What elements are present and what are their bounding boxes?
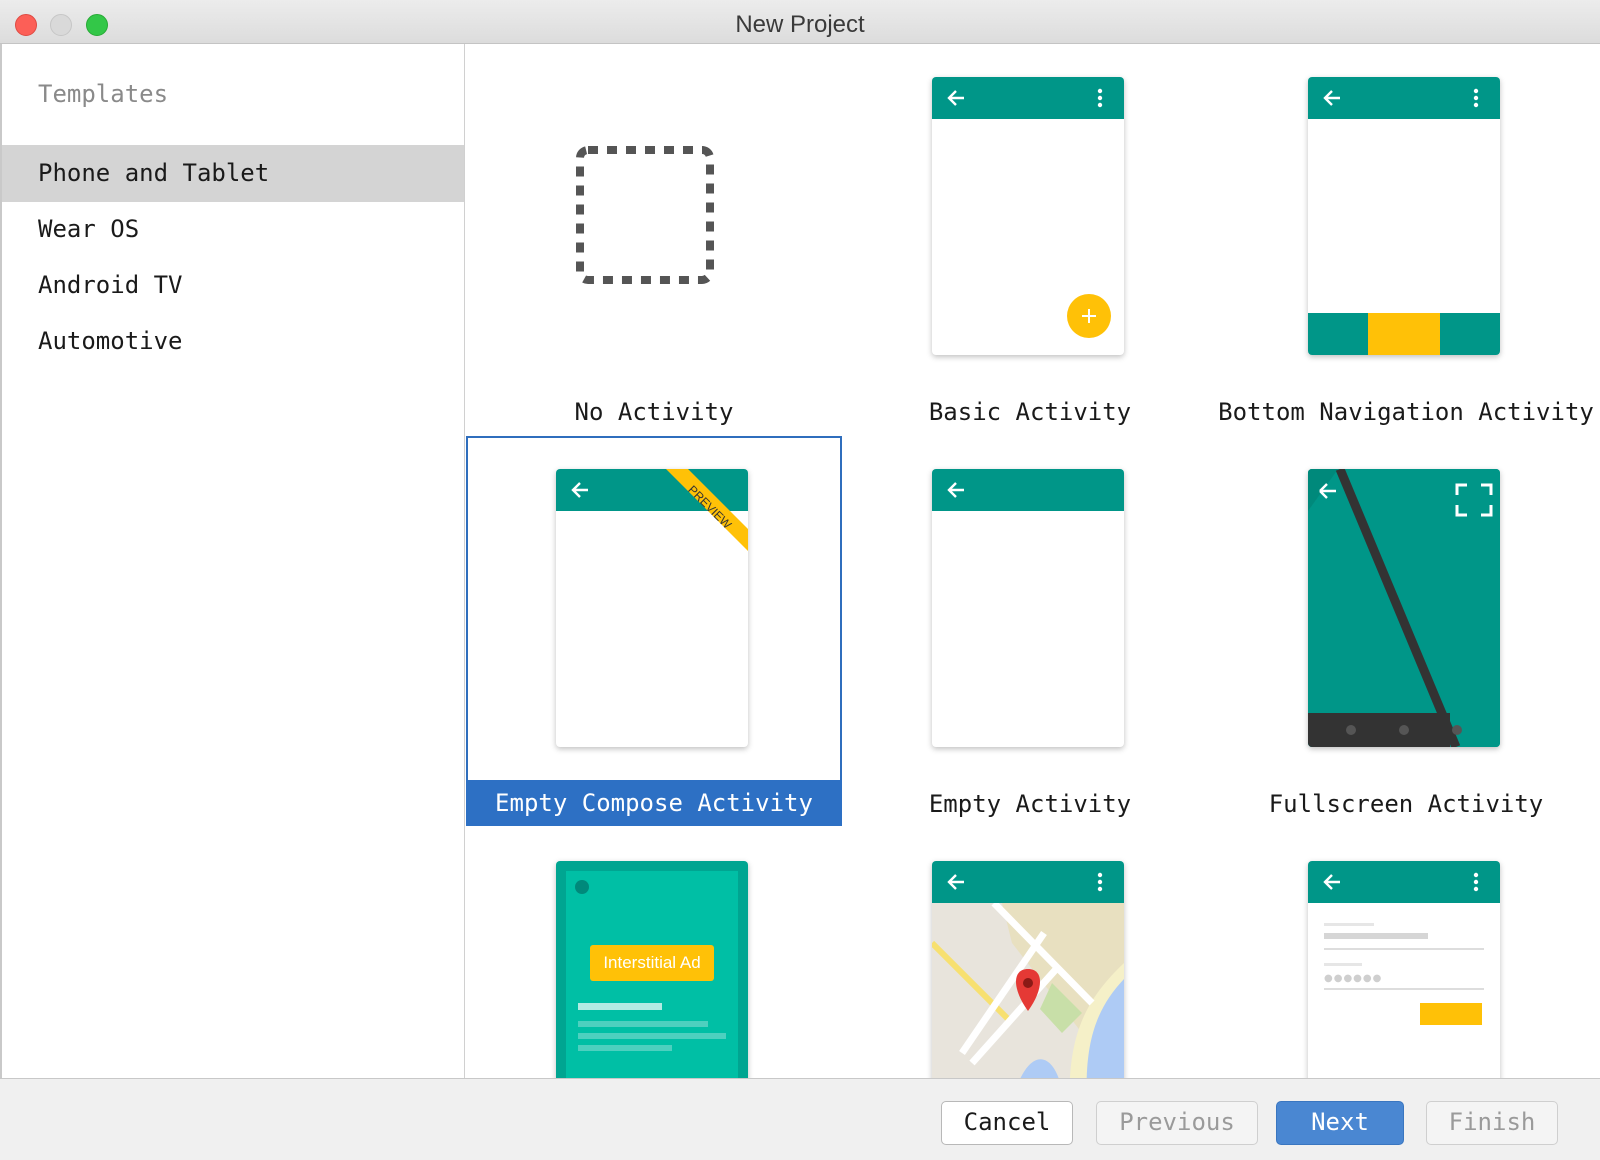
overflow-menu-icon: [1473, 88, 1479, 108]
overflow-menu-icon: [1473, 872, 1479, 892]
template-label: Empty Compose Activity: [466, 780, 842, 826]
title-bar: New Project: [0, 0, 1600, 44]
template-interstitial-ad[interactable]: Interstitial Ad: [466, 828, 842, 1078]
sidebar-item-automotive[interactable]: Automotive: [2, 313, 464, 370]
back-arrow-icon: [571, 482, 588, 498]
phone-preview: [932, 77, 1124, 355]
app-bar: [932, 77, 1124, 119]
login-button-preview: [1420, 1003, 1482, 1025]
template-google-maps-activity[interactable]: [842, 828, 1218, 1078]
preview-badge: PREVIEW: [685, 483, 735, 533]
phone-preview: PREVIEW: [556, 469, 748, 747]
template-fullscreen-activity[interactable]: Fullscreen Activity: [1218, 436, 1594, 826]
phone-preview: [932, 469, 1124, 747]
overflow-menu-icon: [1097, 88, 1103, 108]
fab-add-icon: [1067, 294, 1111, 338]
template-bottom-navigation-activity[interactable]: Bottom Navigation Activity: [1218, 44, 1594, 434]
template-label: No Activity: [574, 398, 734, 426]
next-button[interactable]: Next: [1276, 1101, 1404, 1145]
overflow-menu-icon: [1097, 872, 1103, 892]
no-activity-placeholder-icon: [576, 146, 714, 284]
template-label: Empty Activity: [928, 790, 1132, 818]
template-gallery: No Activity Basic Activity Bottom Naviga…: [466, 44, 1600, 1078]
sidebar-item-android-tv[interactable]: Android TV: [2, 257, 464, 314]
template-empty-activity[interactable]: Empty Activity: [842, 436, 1218, 826]
template-empty-compose-activity[interactable]: PREVIEW Empty Compose Activity: [466, 436, 842, 826]
app-bar: [932, 469, 1124, 511]
interstitial-ad-badge: Interstitial Ad: [590, 945, 714, 981]
finish-button[interactable]: Finish: [1426, 1101, 1558, 1145]
preview-ribbon-icon: PREVIEW: [666, 469, 748, 551]
dialog-footer: Cancel Previous Next Finish: [0, 1078, 1600, 1160]
sidebar-item-wear-os[interactable]: Wear OS: [2, 201, 464, 258]
template-login-activity[interactable]: ●●●●●●: [1218, 828, 1594, 1078]
back-arrow-icon: [947, 482, 964, 498]
window-title: New Project: [735, 11, 865, 38]
template-label: Bottom Navigation Activity: [1218, 398, 1594, 426]
fullscreen-preview-graphic: [1308, 469, 1500, 747]
template-label: Basic Activity: [928, 398, 1132, 426]
phone-preview: Interstitial Ad: [556, 861, 748, 1078]
cancel-button[interactable]: Cancel: [941, 1101, 1073, 1145]
template-no-activity[interactable]: No Activity: [466, 44, 842, 434]
phone-preview: [932, 861, 1124, 1078]
template-basic-activity[interactable]: Basic Activity: [842, 44, 1218, 434]
back-arrow-icon: [947, 90, 964, 106]
back-arrow-icon: [947, 874, 964, 890]
phone-preview: [1308, 77, 1500, 355]
phone-preview: ●●●●●●: [1308, 861, 1500, 1078]
template-label: Fullscreen Activity: [1268, 790, 1544, 818]
sidebar-item-phone-and-tablet[interactable]: Phone and Tablet: [2, 145, 464, 202]
app-bar: [1308, 77, 1500, 119]
back-arrow-icon: [1323, 874, 1340, 890]
app-bar: [1308, 861, 1500, 903]
app-bar: [932, 861, 1124, 903]
back-arrow-icon: [1323, 90, 1340, 106]
sidebar-heading: Templates: [38, 80, 169, 108]
templates-sidebar: Templates Phone and Tablet Wear OS Andro…: [0, 44, 465, 1078]
map-preview-graphic: [932, 903, 1124, 1078]
bottom-navigation-bar: [1308, 313, 1500, 355]
previous-button[interactable]: Previous: [1096, 1101, 1258, 1145]
phone-preview: [1308, 469, 1500, 747]
